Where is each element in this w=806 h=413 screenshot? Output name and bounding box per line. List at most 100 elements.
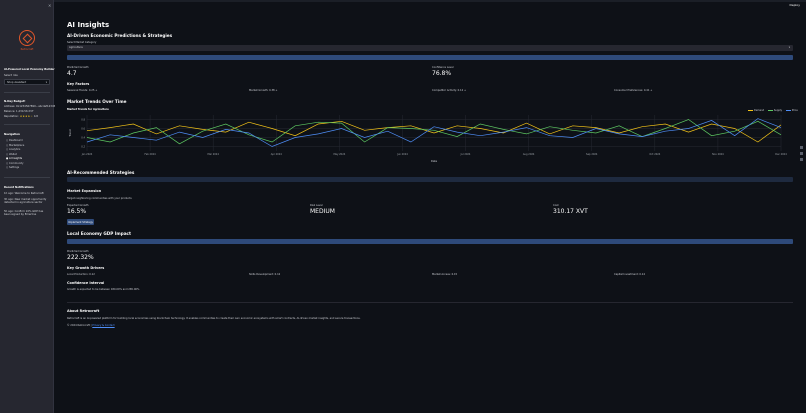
x-tick-label: Jul 2024 [460, 153, 471, 156]
reputation-label: Reputation: [4, 115, 20, 118]
notification-item: 3h ago: New market opportunity detected … [4, 198, 47, 204]
sector-select-value: Agriculture [69, 46, 83, 49]
drivers-heading: Key Growth Drivers [67, 266, 105, 270]
wallet-address: Address: 0x1234567890...abcdef12345 [4, 105, 56, 108]
gdp-progress-bar [67, 239, 793, 244]
predicted-growth-value: 4.7 [67, 70, 77, 77]
key-factors-heading: Key Factors [67, 82, 90, 86]
sidebar-item-ai-insights[interactable]: ● AI Insights [6, 157, 22, 160]
ci-text: Growth is expected to be between 180.00%… [67, 288, 140, 291]
sidebar-divider [4, 177, 50, 178]
reputation-value: 4.8 [33, 115, 38, 118]
sector-select[interactable]: Agriculture ▾ [67, 45, 793, 51]
trends-heading: Market Trends Over Time [67, 99, 127, 104]
y-tick-label: 0.4 [81, 137, 85, 140]
predictions-heading: AI-Driven Economic Predictions & Strateg… [67, 33, 173, 38]
x-tick-label: Jan 2024 [81, 153, 93, 156]
footer-divider [67, 302, 793, 303]
x-tick-label: May 2024 [333, 153, 345, 156]
strategies-heading: AI-Recommended Strategies [67, 170, 135, 175]
strategy-progress-bar [67, 177, 793, 182]
chevron-left-icon[interactable]: ✕ [48, 3, 51, 8]
trends-chart: Market Trends for Agriculture Demand Sup… [67, 107, 798, 169]
chevron-down-icon: ▾ [45, 81, 47, 84]
y-axis-label: Trend [68, 129, 72, 136]
sidebar-item-marketplace[interactable]: ○ Marketplace [6, 144, 24, 147]
implement-strategy-button[interactable]: Implement Strategy [67, 219, 94, 225]
confidence-label: Confidence Level [432, 66, 454, 69]
about-heading: About Retrocraft [67, 309, 100, 313]
gdp-heading: Local Economy GDP Impact [67, 231, 132, 236]
notification-item: 1h ago: Welcome to Retrocraft [4, 192, 44, 195]
ci-heading: Confidence Interval [67, 281, 105, 285]
role-select-label: Select role [4, 74, 18, 77]
growth-driver: Skills Development: 0.12 [249, 273, 281, 276]
strategy-cost-label: Cost [553, 204, 559, 207]
predicted-growth-label: Predicted Growth [67, 66, 89, 69]
nav-heading: Navigation [4, 133, 20, 136]
chevron-down-icon: ▾ [788, 46, 790, 49]
sidebar: ✕ Retrocraft AI-Powered Local Economy Bu… [0, 0, 56, 413]
x-tick-label: Oct 2024 [649, 153, 660, 156]
notification-item: 5h ago: Confirm 10% GDP has been signed … [4, 210, 44, 216]
gdp-growth-value: 222.32% [67, 254, 94, 261]
x-tick-label: Apr 2024 [271, 153, 282, 156]
strategy-cost-value: 310.17 XVT [553, 208, 588, 215]
strategy-name: Market Expansion [67, 189, 102, 193]
logo-icon [19, 30, 35, 46]
series-line-demand [86, 120, 782, 143]
main-content: AI Insights AI-Driven Economic Predictio… [54, 0, 806, 413]
x-axis-label: Date [431, 159, 438, 163]
x-tick-label: Feb 2024 [145, 153, 157, 156]
role-select[interactable]: Shop Assistant ▾ [4, 79, 50, 85]
x-tick-label: Mar 2024 [208, 153, 220, 156]
series-line-supply [86, 119, 782, 145]
sidebar-divider [4, 92, 50, 93]
strategy-risk-label: Risk Level [310, 204, 323, 207]
strategy-description: Target neighboring communities with your… [67, 197, 132, 200]
growth-driver: Market Access: 0.15 [432, 273, 458, 276]
sidebar-divider [4, 124, 50, 125]
x-tick-label: Aug 2024 [523, 153, 535, 156]
page-title: AI Insights [67, 21, 110, 29]
key-factor: Seasonal Trends: 0.25 + [67, 89, 98, 92]
wallet-heading: N-Day Budget! [4, 100, 26, 103]
growth-driver: Local Production: 0.12 [67, 273, 95, 276]
app-window: ✕ Retrocraft AI-Powered Local Economy Bu… [0, 0, 806, 413]
copyright: © 2024 Retrocraft | Privacy & Contact [67, 324, 115, 327]
copyright-text: © 2024 Retrocraft | [67, 324, 92, 327]
sidebar-item-settings[interactable]: ○ Settings [6, 166, 19, 169]
wallet-reputation: Reputation: ★★★★☆ 4.8 [4, 115, 38, 118]
privacy-link[interactable]: Privacy & Contact [92, 324, 114, 327]
strategy-risk-value: MEDIUM [310, 208, 335, 215]
key-factor: Consumer Preferences: 0.41 + [614, 89, 653, 92]
series-line-price [86, 118, 782, 147]
confidence-value: 76.8% [432, 70, 452, 77]
gdp-growth-label: Predicted Growth [67, 250, 89, 253]
y-tick-label: 0.2 [81, 146, 85, 149]
star-icon: ★★★★☆ [19, 115, 33, 118]
notifications-heading: Recent Notifications [4, 186, 34, 189]
role-select-value: Shop Assistant [7, 81, 27, 84]
logo-text: Retrocraft [20, 48, 34, 51]
strategy-growth-value: 16.5% [67, 208, 87, 215]
prediction-progress-bar [67, 55, 793, 60]
sidebar-item-wallet[interactable]: ○ Wallet [6, 153, 17, 156]
y-tick-label: 0.6 [81, 128, 85, 131]
wallet-balance: Balance: 1,234.56 XVT [4, 110, 34, 113]
key-factor: Competitor Activity: 0.12 + [432, 89, 467, 92]
sidebar-item-dashboard[interactable]: ○ Dashboard [6, 139, 23, 142]
sidebar-item-community[interactable]: ○ Community [6, 162, 23, 165]
x-tick-label: Jun 2024 [396, 153, 408, 156]
trend-plot: 0.2 0.4 0.6 0.8 Jan 2024 Feb 2024 Mar 2024 Apr … [68, 115, 787, 163]
key-factor: Market Growth: 0.38 + [249, 89, 278, 92]
x-tick-label: Sep 2024 [586, 153, 598, 156]
y-tick-label: 0.8 [81, 119, 85, 122]
x-tick-label: Nov 2024 [712, 153, 724, 156]
strategy-growth-label: Expected Growth [67, 204, 89, 207]
x-tick-label: Dec 2024 [775, 153, 787, 156]
sidebar-item-analytics[interactable]: ○ Analytics [6, 148, 20, 151]
sidebar-title: AI-Powered Local Economy Builder [4, 68, 55, 71]
about-text: Retrocraft is an AI-powered platform for… [67, 317, 361, 320]
sector-select-label: Select Market Category [67, 41, 97, 44]
